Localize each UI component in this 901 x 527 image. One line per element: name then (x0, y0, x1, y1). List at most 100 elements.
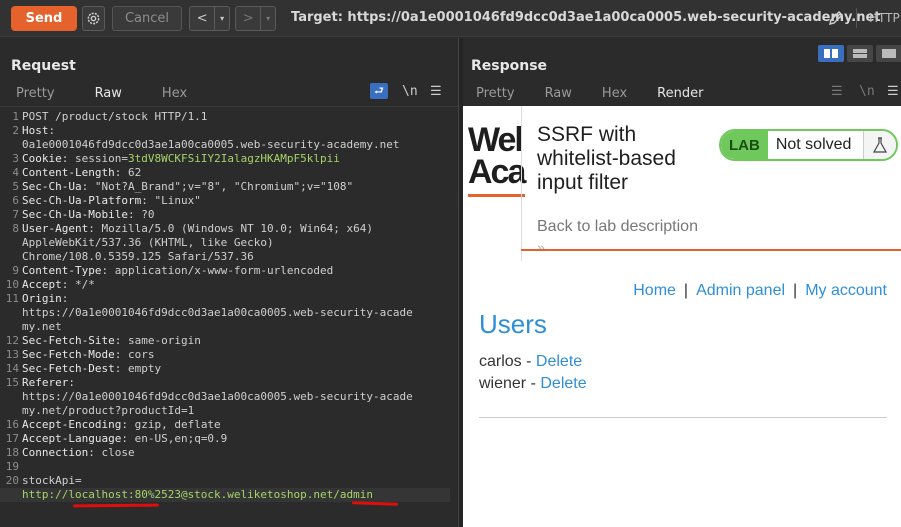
line-text: stockApi= (22, 474, 82, 488)
request-title: Request (11, 58, 76, 74)
line-text: Cookie: session=3tdV8WCKFSiIY2IalagzHKAM… (22, 152, 340, 166)
layout-tabs-icon[interactable] (876, 45, 901, 62)
tab-request-hex[interactable]: Hex (162, 84, 187, 106)
response-menu-icon[interactable]: ☰ (887, 84, 899, 99)
user-sep: - (521, 353, 536, 370)
line-text: Sec-Ch-Ua-Mobile: ?0 (22, 208, 154, 222)
line-text: Connection: close (22, 446, 135, 460)
line-number: 1 (12, 110, 19, 123)
line-text: https://0a1e0001046fd9dcc0d3ae1a00ca0005… (22, 390, 413, 404)
request-line: 2 Host: (0, 124, 450, 138)
line-number (0, 306, 22, 320)
content-rule (479, 417, 887, 418)
header-value: : session= (61, 152, 128, 165)
line-text: Referer: (22, 376, 75, 390)
line-text: Accept: */* (22, 278, 95, 292)
toolbar-separator (856, 8, 857, 28)
user-row-carlos: carlos - Delete (479, 353, 582, 371)
line-number: 14 (5, 362, 19, 375)
pencil-icon[interactable] (826, 8, 846, 28)
forward-button[interactable]: > (236, 7, 262, 30)
line-text: Content-Type: application/x-www-form-url… (22, 264, 333, 278)
back-to-lab-link[interactable]: Back to lab description (537, 218, 698, 236)
header-value: : */* (61, 278, 95, 291)
nav-admin-link[interactable]: Admin panel (696, 282, 785, 299)
header-value: POST /product/stock HTTP/1.1 (22, 110, 208, 123)
forward-history-dropdown[interactable]: ▾ (261, 7, 275, 30)
tab-response-hex[interactable]: Hex (602, 84, 627, 106)
line-number: 20 (5, 474, 19, 487)
nav-account-link[interactable]: My account (805, 282, 887, 299)
delete-carlos-link[interactable]: Delete (536, 353, 582, 370)
request-line: 16 Accept-Encoding: gzip, deflate (0, 418, 450, 432)
response-wrap-icon[interactable]: ☰ (831, 84, 843, 99)
response-newline-toggle[interactable]: \n (859, 84, 875, 99)
line-number: 3 (12, 152, 19, 165)
top-toolbar: Send Cancel < ▾ > ▾ Target: https://0a1e… (0, 0, 901, 37)
nav-home-link[interactable]: Home (633, 282, 676, 299)
target-url: Target: https://0a1e0001046fd9dcc0d3ae1a… (291, 10, 881, 25)
line-text: https://0a1e0001046fd9dcc0d3ae1a00ca0005… (22, 306, 413, 320)
line-text: my.net/product?productId=1 (22, 404, 194, 418)
line-number: 7 (12, 208, 19, 221)
academy-logo: Wel Aca (468, 121, 526, 191)
line-number (0, 390, 22, 404)
flask-icon (864, 131, 897, 159)
cancel-button[interactable]: Cancel (112, 6, 182, 31)
nav-separator: | (683, 282, 689, 299)
request-line: http://localhost:80%2523@stock.weliketos… (0, 488, 450, 502)
tab-request-pretty[interactable]: Pretty (16, 84, 55, 106)
line-number: 10 (5, 278, 19, 291)
back-button[interactable]: < (190, 7, 216, 30)
header-key: Origin (22, 292, 62, 305)
request-line: 17 Accept-Language: en-US,en;q=0.9 (0, 432, 450, 446)
delete-wiener-link[interactable]: Delete (540, 375, 586, 392)
layout-side-by-side-icon[interactable] (818, 45, 844, 62)
header-key: Sec-Fetch-Dest (22, 362, 115, 375)
header-value: : cors (114, 348, 155, 361)
tab-response-raw[interactable]: Raw (545, 84, 572, 106)
header-value: AppleWebKit/537.36 (KHTML, like Gecko) (22, 236, 274, 249)
lab-status-widget: LAB Not solved (719, 129, 899, 161)
newline-toggle[interactable]: \n (402, 84, 418, 99)
line-text: Host: (22, 124, 55, 138)
header-value: my.net (22, 320, 62, 333)
header-value: my.net/product?productId=1 (22, 404, 195, 417)
header-key: Referer (22, 376, 69, 389)
line-text: Sec-Fetch-Site: same-origin (22, 334, 201, 348)
header-value: : gzip, deflate (121, 418, 221, 431)
send-button[interactable]: Send (11, 6, 77, 31)
request-line: https://0a1e0001046fd9dcc0d3ae1a00ca0005… (0, 306, 450, 320)
tab-response-pretty[interactable]: Pretty (476, 84, 515, 106)
line-text: Sec-Fetch-Mode: cors (22, 348, 154, 362)
request-line: 1 POST /product/stock HTTP/1.1 (0, 110, 450, 124)
line-number: 13 (5, 348, 19, 361)
header-value: : ?0 (127, 208, 155, 221)
rendered-response: Wel Aca SSRF with whitelist-based input … (463, 106, 901, 527)
protocol-label[interactable]: HTTP (869, 11, 900, 25)
header-value: : (61, 292, 69, 305)
request-lines: 1 POST /product/stock HTTP/1.1 2 Host: 0a1e0… (0, 110, 450, 502)
line-number: 4 (12, 166, 19, 179)
request-editor[interactable]: 1 POST /product/stock HTTP/1.1 2 Host: 0a1e0… (0, 106, 458, 527)
tab-request-raw[interactable]: Raw (80, 84, 137, 109)
settings-button[interactable] (82, 6, 105, 31)
word-wrap-icon[interactable]: ⮐ (370, 83, 388, 99)
tab-response-render[interactable]: Render (643, 84, 718, 109)
header-value: : Mozilla/5.0 (Windows NT 10.0; Win64; x… (88, 222, 374, 235)
line-text: AppleWebKit/537.36 (KHTML, like Gecko) (22, 236, 274, 250)
line-text: 0a1e0001046fd9dcc0d3ae1a00ca0005.web-sec… (22, 138, 400, 152)
header-value: https://0a1e0001046fd9dcc0d3ae1a00ca0005… (22, 306, 413, 319)
header-value: : (48, 124, 56, 137)
back-history-dropdown[interactable]: ▾ (215, 7, 229, 30)
request-line: 19 (0, 460, 450, 474)
response-title: Response (471, 58, 548, 74)
line-number: 17 (5, 432, 19, 445)
request-panel: Request Pretty Raw Hex ⮐ \n ☰ 1 POST /pro… (0, 38, 458, 527)
request-menu-icon[interactable]: ☰ (430, 84, 442, 99)
request-line: AppleWebKit/537.36 (KHTML, like Gecko) (0, 236, 450, 250)
layout-stacked-icon[interactable] (847, 45, 873, 62)
line-number (0, 404, 22, 418)
line-text: Accept-Language: en-US,en;q=0.9 (22, 432, 227, 446)
header-value: https://0a1e0001046fd9dcc0d3ae1a00ca0005… (22, 390, 413, 403)
